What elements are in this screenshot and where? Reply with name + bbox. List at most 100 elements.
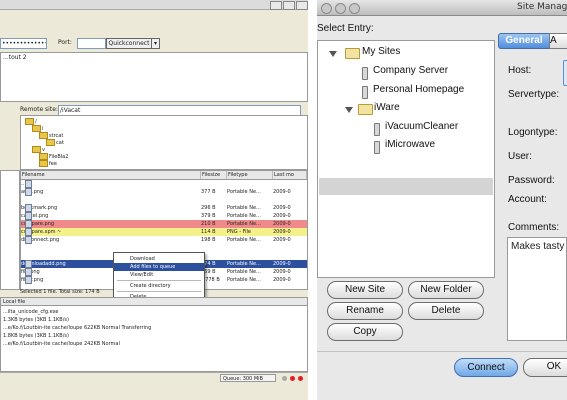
panel-divider [308,0,317,400]
rename-button[interactable]: Rename [327,302,403,320]
file-date: 2009-0 [273,260,307,268]
folder-icon [46,139,55,146]
activity-indicator-icon [298,376,303,381]
close-button[interactable] [296,1,308,10]
folder-icon [39,153,48,160]
minimize-button[interactable] [270,1,282,10]
quickconnect-button[interactable]: Quickconnect [106,38,152,49]
tree-item-iware[interactable]: iWare [374,101,400,115]
select-entry-label: Select Entry: [317,23,374,34]
file-size-text: 210 B [201,221,216,227]
column-filename[interactable]: Filename [21,171,201,179]
file-size-text: 296 B [201,205,216,211]
file-row[interactable]: compare.xpm ~114 B PNG - File 2009-0 [21,228,307,236]
zoom-window-button[interactable] [349,3,360,14]
logontype-label: Logontype: [508,127,558,138]
file-size: 296 B [201,204,227,212]
local-file-list[interactable] [0,170,20,290]
server-icon [362,86,368,99]
port-field[interactable] [77,38,106,49]
file-size-text: 379 B [201,213,216,219]
file-row[interactable]: cancel.png 379 B Portable Ne... 2009-0 [21,212,307,220]
file-row[interactable] [21,244,307,252]
file-icon [25,260,32,268]
menu-item[interactable]: Create directory [114,282,204,290]
delete-button[interactable]: Delete [408,302,484,320]
file-date-text: 2009-0 [273,261,291,267]
file-icon [25,188,32,196]
tree-item-personal-homepage[interactable]: Personal Homepage [373,83,464,97]
file-size-text: 114 B [201,229,216,235]
tree-item-imicrowave[interactable]: iMicrowave [385,138,435,152]
activity-indicator-icon [282,376,287,381]
file-row[interactable]: bookmark.png 296 B Portable Ne... 2009-0 [21,204,307,212]
site-manager-window: Site Manager Select Entry: My Sites Comp… [317,0,567,400]
tab-general[interactable]: General [498,33,550,49]
maximize-button[interactable] [283,1,295,10]
window-title: Site Manager [517,2,567,12]
file-icon [25,212,32,220]
tree-item-company-server[interactable]: Company Server [373,64,448,78]
file-date-text: 2009-0 [273,189,291,195]
tree-item-my-sites[interactable]: My Sites [362,45,400,59]
file-date: 2009-0 [273,236,307,244]
file-icon [25,268,32,276]
menu-item[interactable]: Add files to queue [114,263,204,271]
file-icon [25,276,32,284]
tab-advanced[interactable]: A [549,33,567,49]
file-row[interactable]: auto.png 377 B Portable Ne... 2009-0 [21,188,307,196]
new-site-button[interactable]: New Site [327,281,403,299]
file-row[interactable] [21,196,307,204]
file-icon [25,236,32,244]
minimize-window-button[interactable] [335,3,346,14]
activity-indicator-icon [290,376,295,381]
file-size: 114 B [201,228,227,236]
connect-button[interactable]: Connect [454,358,518,377]
file-type-text: Portable Ne... [227,237,261,243]
filezilla-window: ••••••••••••• Port: Quickconnect ▾ ...to… [0,0,308,400]
file-row[interactable]: compare.png 210 B Portable Ne... 2009-0 [21,220,307,228]
menu-item[interactable]: View/Edit [114,271,204,279]
folder-icon [358,104,373,115]
queue-row[interactable]: 1.8KB bytes (3KB 1.1KB/s) [3,333,69,340]
queue-row[interactable]: ...e/Ko.f/Loutbin-ite cache/loupe 622KB … [3,325,151,332]
queue-row[interactable]: ...e/Ko.f/Loutbin-ite cache/loupe 242KB … [3,341,120,348]
file-row[interactable]: .. [21,180,307,188]
transfer-queue: Local file ...ilta_unicode_cfg.exe 1.3KB … [0,297,308,372]
ok-button[interactable]: OK [523,358,567,377]
queue-row[interactable]: ...ilta_unicode_cfg.exe [3,309,59,316]
folder-icon [32,146,41,153]
file-date-text: 2009-0 [273,269,291,275]
tree-item[interactable]: fee [39,160,57,168]
comments-textarea[interactable]: Makes tasty [507,237,567,341]
host-field[interactable] [563,60,567,86]
tree-item[interactable]: cat [46,139,64,147]
column-filetype[interactable]: Filetype [227,171,273,179]
file-type: Portable Ne... [227,188,273,196]
site-tree: My Sites Company Server Personal Homepag… [317,40,495,278]
file-row[interactable]: disconnect.png 198 B Portable Ne... 2009-0 [21,236,307,244]
menu-item[interactable]: Download [114,255,204,263]
file-type: PNG - File [227,228,273,236]
copy-button[interactable]: Copy [327,323,403,341]
file-type: Portable Ne... [227,236,273,244]
new-folder-button[interactable]: New Folder [408,281,484,299]
message-log: ...tout 2 [0,52,308,102]
column-filesize[interactable]: Filesize [201,171,227,179]
disclosure-triangle-icon[interactable] [329,51,337,57]
file-date: 2009-0 [273,228,307,236]
tree-item-ivacuumcleaner[interactable]: iVacuumCleaner [385,120,458,134]
column-last-modified[interactable]: Last mo [273,171,307,179]
file-date-text: 2009-0 [273,221,291,227]
disclosure-triangle-icon[interactable] [345,107,353,113]
tree-item-label: cat [56,140,64,146]
log-line: ...tout 2 [3,54,27,61]
close-window-button[interactable] [321,3,332,14]
queue-row[interactable]: 1.3KB bytes (3KB 1.1KB/s) [3,317,69,324]
server-icon [362,67,368,80]
file-type: Portable Ne... [227,276,273,284]
quickconnect-dropdown[interactable]: ▾ [151,38,160,49]
password-field[interactable]: ••••••••••••• [0,38,47,49]
file-icon [25,180,32,188]
bottom-separator [317,351,567,352]
